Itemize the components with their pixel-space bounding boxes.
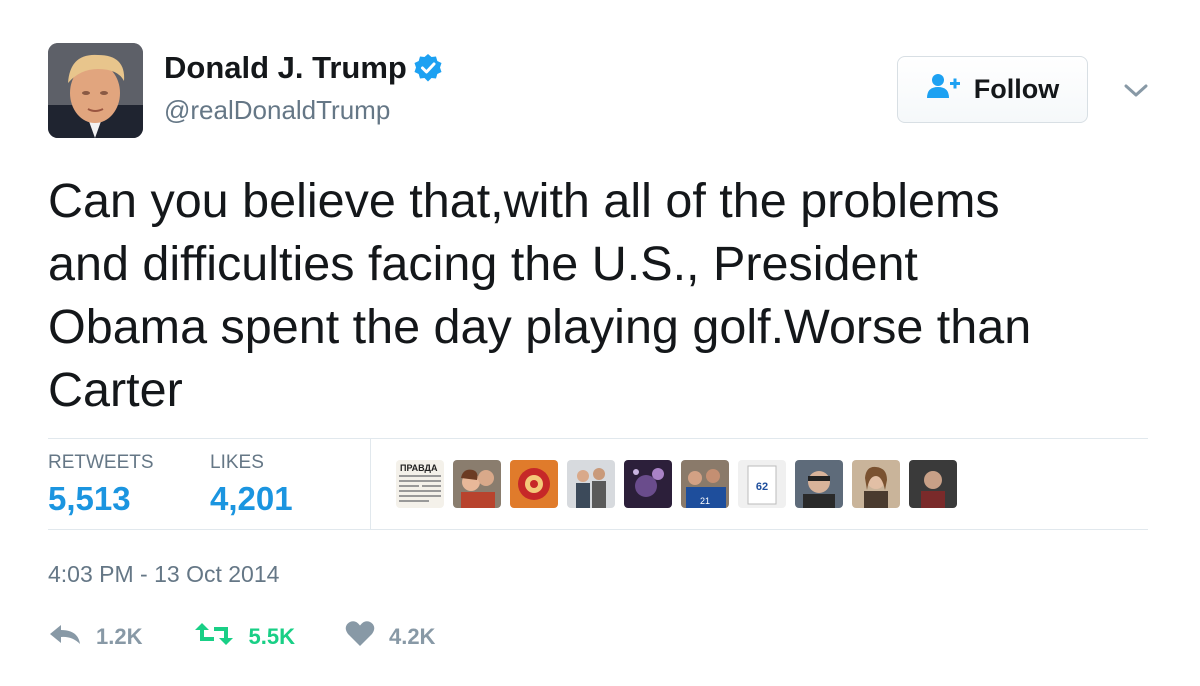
author-name-row[interactable]: Donald J. Trump: [164, 50, 443, 86]
follow-label: Follow: [973, 74, 1060, 104]
follow-button[interactable]: Follow: [897, 56, 1088, 123]
stats-separator: [370, 439, 371, 529]
liker-avatar[interactable]: [510, 460, 558, 508]
tweet-actions: 1.2K 5.5K 4.2K: [48, 620, 481, 653]
tweet-text: Can you believe that,with all of the pro…: [48, 174, 1032, 417]
reply-icon: [48, 622, 82, 652]
liker-avatar[interactable]: [909, 460, 957, 508]
add-user-icon: [926, 73, 962, 106]
reply-button[interactable]: 1.2K: [48, 622, 142, 652]
svg-text:21: 21: [700, 496, 710, 506]
liker-avatar[interactable]: 62: [738, 460, 786, 508]
tweet-timestamp[interactable]: 4:03 PM - 13 Oct 2014: [48, 561, 279, 588]
verified-badge-icon: [413, 53, 443, 83]
retweet-icon: [194, 621, 234, 653]
liker-avatar[interactable]: [795, 460, 843, 508]
retweets-label: RETWEETS: [48, 452, 154, 473]
liker-avatar[interactable]: [567, 460, 615, 508]
avatar[interactable]: [48, 43, 143, 138]
liker-avatar[interactable]: 21: [681, 460, 729, 508]
likes-count: 4,201: [210, 480, 293, 517]
retweets-stat[interactable]: RETWEETS 5,513: [48, 452, 154, 518]
divider: [48, 529, 1148, 530]
liker-avatar[interactable]: [453, 460, 501, 508]
liker-avatar[interactable]: ПРАВДА: [396, 460, 444, 508]
like-button[interactable]: 4.2K: [345, 620, 435, 653]
liker-avatar[interactable]: [852, 460, 900, 508]
likes-label: LIKES: [210, 452, 264, 473]
svg-text:62: 62: [756, 481, 768, 493]
like-count: 4.2K: [388, 623, 436, 649]
retweet-count: 5.5K: [248, 623, 295, 649]
retweet-button[interactable]: 5.5K: [194, 621, 295, 653]
liker-avatar[interactable]: [624, 460, 672, 508]
author-name[interactable]: Donald J. Trump: [164, 50, 407, 86]
author-handle[interactable]: @realDonaldTrump: [164, 95, 390, 126]
chevron-down-icon[interactable]: [1121, 78, 1151, 102]
likers-avatars: ПРАВДА 21 62: [396, 460, 957, 508]
profile-photo: [48, 43, 143, 138]
tweet-stats: RETWEETS 5,513 LIKES 4,201 ПРАВДА 21 62: [48, 439, 1148, 529]
reply-count: 1.2K: [96, 623, 143, 649]
liker-newspaper-title: ПРАВДА: [400, 463, 438, 473]
retweets-count: 5,513: [48, 480, 131, 517]
heart-icon: [345, 620, 375, 653]
likes-stat[interactable]: LIKES 4,201: [210, 452, 293, 518]
